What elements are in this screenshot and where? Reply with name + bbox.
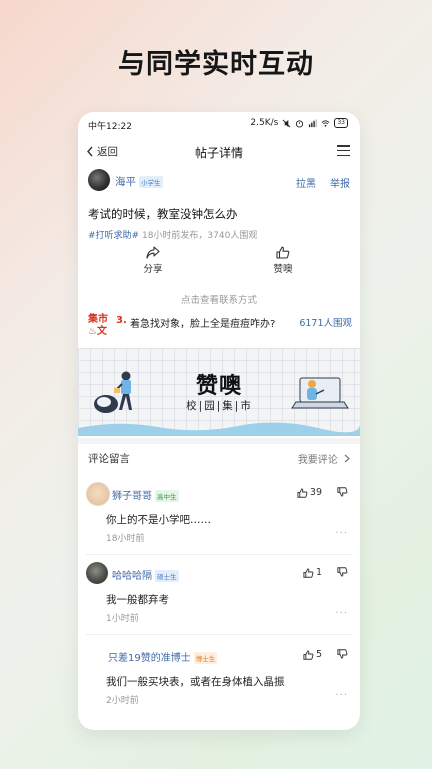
commenter-name[interactable]: 只差19赞的准博士 博士生	[108, 649, 218, 664]
comment-separator	[86, 554, 352, 555]
comment-like-button[interactable]: 5	[303, 649, 322, 660]
page-title: 帖子详情	[194, 146, 243, 160]
comment-item: 狮子哥哥 高中生 39 你上的不是小学吧…… 18小时前 ···	[78, 482, 360, 548]
signal-icon	[309, 118, 318, 127]
commenter-name[interactable]: 狮子哥哥 高中生	[112, 487, 179, 502]
comment-text: 我一般都弃考	[106, 594, 169, 606]
write-comment-button[interactable]: 我要评论	[298, 451, 350, 466]
like-label: 赞噢	[273, 264, 293, 275]
market-label-line1: 集市	[88, 314, 108, 325]
commenter-avatar[interactable]	[86, 482, 110, 506]
author-badge: 小学生	[139, 176, 163, 188]
section-divider	[78, 438, 360, 444]
author-row: 海平 小学生 拉黑 举报	[78, 166, 360, 196]
status-bar: 中午12:22 2.5K/s 33	[78, 112, 360, 138]
market-label-line2: ♨文	[88, 326, 107, 337]
thumbs-up-icon	[297, 487, 308, 498]
banner-wave	[78, 422, 360, 436]
comment-like-count: 5	[315, 649, 322, 660]
block-button[interactable]: 拉黑	[296, 175, 316, 190]
thumbs-up-icon	[276, 246, 290, 259]
like-button[interactable]: 赞噢	[253, 246, 313, 275]
comment-like-count: 39	[309, 487, 322, 498]
author-actions: 拉黑 举报	[296, 175, 350, 190]
more-options-icon[interactable]: ···	[335, 608, 348, 619]
hot-topic-text: 着急找对象，脸上全是痘痘咋办?	[130, 319, 276, 330]
comment-like-button[interactable]: 1	[303, 567, 322, 578]
share-label: 分享	[143, 264, 163, 275]
hot-rank: 3.	[116, 315, 127, 326]
commenter-badge: 博士生	[193, 652, 218, 664]
laptop-illustration	[291, 377, 349, 409]
comments-title: 评论留言	[88, 453, 130, 465]
chevron-left-icon	[87, 146, 93, 157]
comment-separator	[86, 634, 352, 635]
banner-ad[interactable]: 赞噢 校|园|集|市	[78, 348, 360, 436]
comment-time: 2小时前	[106, 696, 139, 706]
comments-header: 评论留言 我要评论	[78, 448, 360, 470]
thumbs-down-icon[interactable]	[337, 649, 348, 659]
back-label: 返回	[97, 146, 118, 158]
fire-icon: ♨	[88, 326, 97, 337]
comment-text: 我们一般买块表，或者在身体植入晶振	[106, 676, 285, 688]
thumbs-down-icon[interactable]	[337, 487, 348, 497]
network-speed: 2.5K/s	[250, 118, 279, 128]
phone-screen: 中午12:22 2.5K/s 33 返回 帖子详情 海平 小学生 拉黑 举报 考试…	[78, 112, 360, 730]
thumbs-up-icon	[303, 567, 314, 578]
commenter-name[interactable]: 哈哈哈隔 硕士生	[112, 567, 179, 582]
share-button[interactable]: 分享	[123, 246, 183, 275]
promo-title: 与同学实时互动	[118, 49, 314, 80]
post-text: 考试的时候，教室没钟怎么办	[88, 207, 238, 221]
more-options-icon[interactable]: ···	[335, 690, 348, 701]
commenter-badge: 硕士生	[155, 570, 179, 582]
mute-icon	[282, 119, 291, 127]
chevron-right-icon	[344, 454, 350, 463]
hot-topic-views: 6171人围观	[299, 318, 352, 329]
status-time: 中午12:22	[88, 122, 132, 132]
alarm-icon	[296, 119, 304, 128]
comment-time: 18小时前	[106, 534, 145, 544]
share-icon	[146, 246, 160, 259]
comment-item: 哈哈哈隔 硕士生 1 我一般都弃考 1小时前 ···	[78, 562, 360, 628]
author-name-text: 海平	[115, 176, 136, 188]
wifi-icon	[321, 119, 330, 127]
commenter-avatar[interactable]	[86, 562, 108, 584]
thumbs-down-icon[interactable]	[337, 567, 348, 577]
status-indicators: 2.5K/s 33	[250, 118, 348, 128]
comment-like-button[interactable]: 39	[297, 487, 322, 498]
post-actions: 分享 赞噢	[78, 246, 360, 282]
thumbs-up-icon	[303, 649, 314, 660]
contact-link[interactable]: 点击查看联系方式	[78, 292, 360, 306]
comment-like-count: 1	[315, 567, 322, 578]
author-avatar[interactable]	[88, 169, 110, 191]
back-button[interactable]: 返回	[86, 144, 118, 159]
post-tag[interactable]: #打听求助#	[88, 231, 139, 241]
post-meta: #打听求助# 18小时前发布，3740人围观	[88, 228, 257, 241]
commenter-badge: 高中生	[155, 490, 179, 502]
menu-icon[interactable]	[337, 145, 350, 157]
nav-bar: 返回 帖子详情	[78, 138, 360, 166]
market-label: 集市 ♨文	[88, 314, 112, 338]
comment-text: 你上的不是小学吧……	[106, 514, 211, 526]
author-name[interactable]: 海平 小学生	[115, 174, 163, 189]
comment-item: 只差19赞的准博士 博士生 5 我们一般买块表，或者在身体植入晶振 2小时前 ··…	[78, 644, 360, 710]
more-options-icon[interactable]: ···	[335, 528, 348, 539]
post-meta-text: 18小时前发布，3740人围观	[141, 231, 258, 241]
report-button[interactable]: 举报	[330, 175, 350, 190]
hot-topic-row[interactable]: 集市 ♨文 3. 着急找对象，脸上全是痘痘咋办? 6171人围观	[88, 314, 352, 342]
battery-icon: 33	[334, 118, 348, 128]
comment-time: 1小时前	[106, 614, 139, 624]
